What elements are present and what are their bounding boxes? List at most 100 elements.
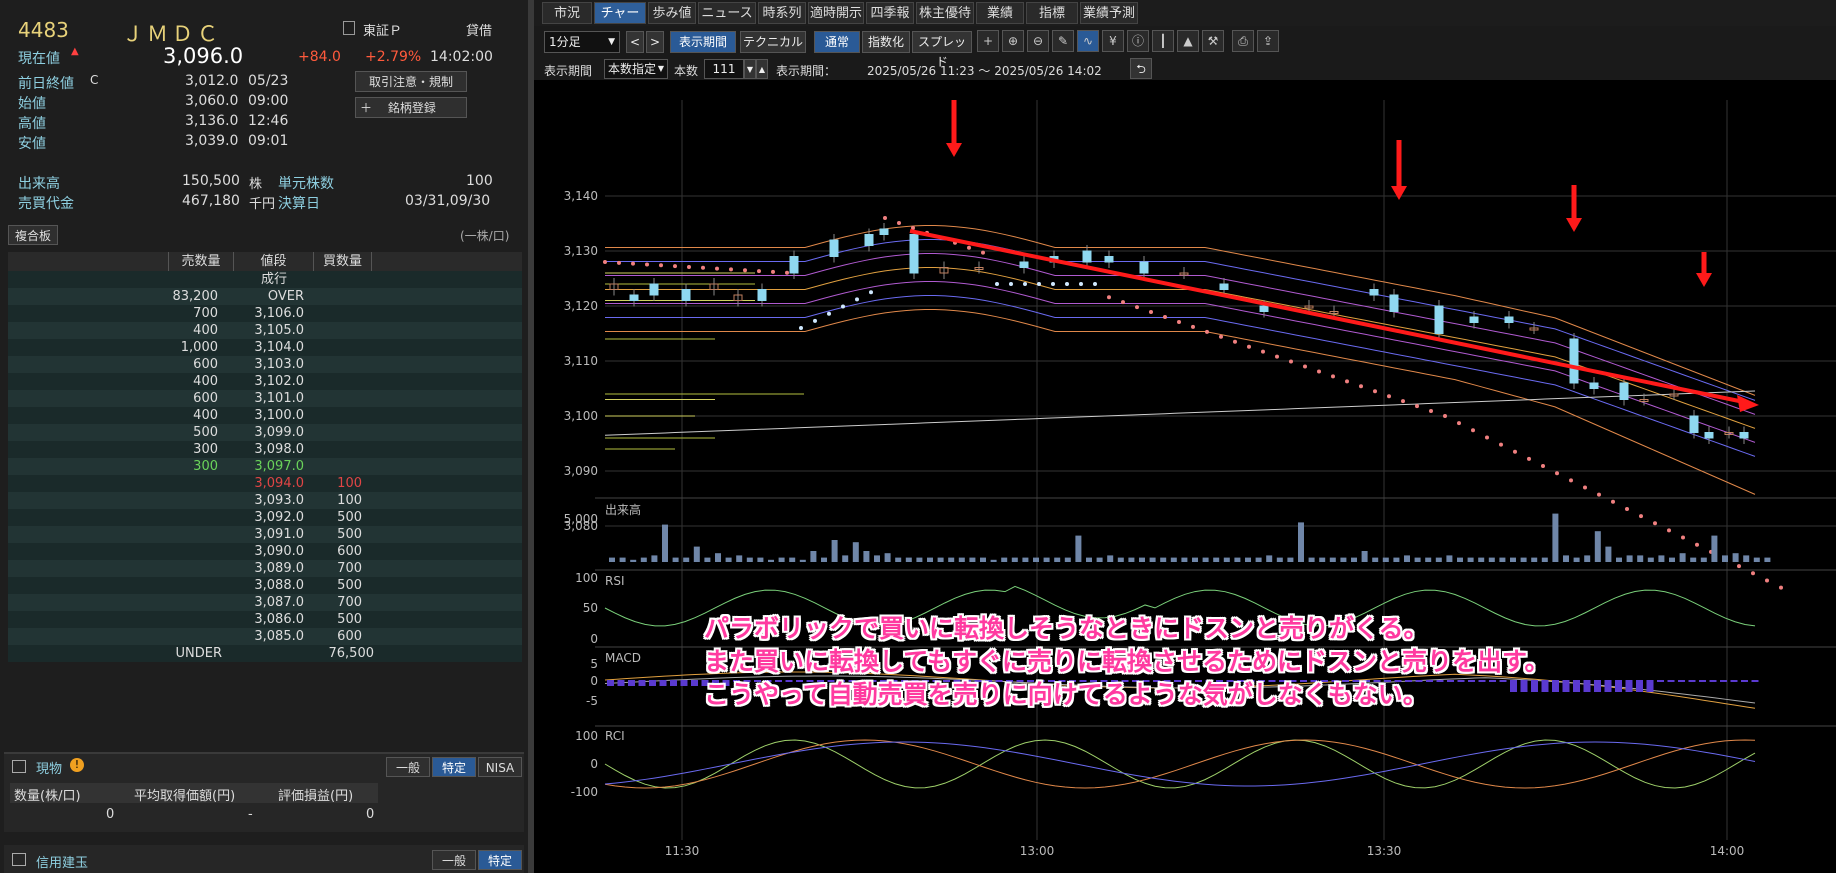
order-book-row[interactable]: 600 3,103.0 — [8, 356, 522, 373]
next-button[interactable]: > — [646, 31, 664, 53]
collapse-icon[interactable] — [12, 853, 26, 866]
tab-5[interactable]: 適時開示 — [808, 2, 864, 24]
zoom-in-icon[interactable]: ⊕ — [1002, 30, 1024, 52]
pen-icon[interactable]: ✎ — [1052, 30, 1074, 52]
count-up-icon[interactable]: ▲ — [756, 59, 768, 79]
count-down-icon[interactable]: ▼ — [744, 59, 756, 79]
collapse-icon[interactable] — [12, 760, 26, 773]
order-book-row[interactable]: 3,089.0 700 — [8, 560, 522, 577]
time-tick: 14:00 — [1710, 844, 1745, 858]
macd-tick: 5 — [590, 657, 598, 671]
order-book-row[interactable]: 400 3,100.0 — [8, 407, 522, 424]
sar-dot — [743, 268, 747, 273]
tab-8[interactable]: 業績 — [976, 2, 1024, 24]
sell-qty: UNDER — [175, 646, 223, 661]
order-book-row[interactable]: 3,093.0 100 — [8, 492, 522, 509]
price-level: 3,093.0 — [254, 493, 304, 508]
order-book-row[interactable]: 400 3,102.0 — [8, 373, 522, 390]
volume-bar — [842, 555, 849, 562]
chart-panel: 市況チャート歩み値ニュース時系列適時開示四季報株主優待業績指標業績予測 1分足 ▼… — [534, 0, 1836, 873]
wrench-icon[interactable]: ⚒ — [1202, 30, 1224, 52]
print-icon[interactable]: ⎙ — [1232, 30, 1254, 52]
order-book-row[interactable]: 3,090.0 600 — [8, 543, 522, 560]
order-book-row[interactable]: 300 3,098.0 — [8, 441, 522, 458]
export-icon[interactable]: ⇪ — [1257, 30, 1279, 52]
sar-dot — [645, 262, 649, 267]
mode-spread-button[interactable]: スプレッド — [912, 31, 972, 69]
volume-bar — [799, 559, 806, 562]
info-icon[interactable]: ⓘ — [1127, 30, 1149, 52]
count-input[interactable]: 111 — [704, 59, 744, 79]
order-book-row[interactable]: 500 3,099.0 — [8, 424, 522, 441]
tab-specific[interactable]: 特定 — [432, 757, 476, 777]
order-book-row[interactable]: 3,091.0 500 — [8, 526, 522, 543]
order-book-row[interactable]: 700 3,106.0 — [8, 305, 522, 322]
board-tab[interactable]: 複合板 — [8, 225, 58, 245]
tab-general[interactable]: 一般 — [386, 757, 430, 777]
order-book-row[interactable]: 600 3,101.0 — [8, 390, 522, 407]
order-book-row[interactable]: 1,000 3,104.0 — [8, 339, 522, 356]
macd-histogram-bar — [1552, 680, 1559, 692]
credit-tab-specific[interactable]: 特定 — [478, 850, 522, 870]
order-book-row[interactable]: 3,086.0 500 — [8, 611, 522, 628]
crosshair-icon[interactable]: + — [977, 30, 999, 52]
order-book-row[interactable]: UNDER 76,500 — [8, 645, 522, 662]
sell-qty: 400 — [193, 323, 218, 338]
tab-10[interactable]: 業績予測 — [1080, 2, 1138, 24]
area-icon[interactable]: ▲ — [1177, 30, 1199, 52]
volume-bar — [789, 557, 796, 562]
order-book-row[interactable]: 3,088.0 500 — [8, 577, 522, 594]
order-book-row[interactable]: 400 3,105.0 — [8, 322, 522, 339]
tab-0[interactable]: 市況 — [542, 2, 592, 24]
stat-label: 前日終値 — [18, 76, 74, 92]
volume-bar — [1605, 546, 1612, 562]
period-select[interactable]: 本数指定 ▼ — [604, 59, 668, 79]
prev-button[interactable]: < — [626, 31, 644, 53]
tab-7[interactable]: 株主優待 — [916, 2, 974, 24]
register-stock-button[interactable]: ＋ 銘柄登録 — [355, 97, 467, 118]
tab-9[interactable]: 指標 — [1026, 2, 1078, 24]
tab-3[interactable]: ニュース — [698, 2, 756, 24]
sar-dot — [617, 260, 621, 265]
volume-bar — [1488, 557, 1495, 562]
sar-dot — [1625, 506, 1629, 511]
warning-icon: ! — [70, 758, 84, 772]
mode-normal-button[interactable]: 通常 — [814, 31, 860, 53]
range-value: 2025/05/26 11:23 〜 2025/05/26 14:02 — [867, 64, 1102, 78]
mode-index-button[interactable]: 指数化 — [862, 31, 910, 53]
volume-bar — [1117, 557, 1124, 562]
tab-4[interactable]: 時系列 — [758, 2, 806, 24]
order-book-row[interactable]: 300 3,097.0 — [8, 458, 522, 475]
trend-icon[interactable]: ∿ — [1077, 30, 1099, 52]
order-book-row[interactable]: 83,200 OVER — [8, 288, 522, 305]
order-book-row[interactable]: 3,092.0 500 — [8, 509, 522, 526]
credit-tab-general[interactable]: 一般 — [432, 850, 476, 870]
interval-select[interactable]: 1分足 ▼ — [544, 31, 620, 53]
order-book-row[interactable]: 3,085.0 600 — [8, 628, 522, 645]
reset-icon[interactable]: ⮌ — [1130, 58, 1152, 79]
volume-value: 150,500 — [182, 173, 240, 189]
order-book-row[interactable]: 3,094.0 100 — [8, 475, 522, 492]
order-book-row[interactable]: 3,087.0 700 — [8, 594, 522, 611]
zoom-out-icon[interactable]: ⊖ — [1027, 30, 1049, 52]
sar-dot — [1471, 428, 1475, 433]
chart-area[interactable]: 3,1403,1303,1203,1103,1003,0903,08011:30… — [534, 80, 1836, 873]
tab-1[interactable]: チャート — [594, 2, 646, 43]
candle-icon[interactable]: ┃ — [1152, 30, 1174, 52]
period-button[interactable]: 表示期間 — [670, 31, 736, 53]
tab-6[interactable]: 四季報 — [866, 2, 914, 24]
trade-notice-button[interactable]: 取引注意・規制 — [355, 71, 467, 92]
rci-short — [604, 739, 1756, 789]
sar-dot — [1233, 339, 1237, 344]
order-book-row[interactable]: 成行 — [8, 271, 522, 288]
sar-dot — [1079, 282, 1083, 286]
volume-bar — [937, 557, 944, 562]
yen-icon[interactable]: ¥ — [1102, 30, 1124, 52]
tab-2[interactable]: 歩み値 — [648, 2, 696, 24]
tab-nisa[interactable]: NISA — [478, 757, 522, 777]
sar-dot — [715, 266, 719, 271]
stat-time: 05/23 — [248, 73, 289, 89]
document-icon[interactable] — [343, 21, 355, 35]
volume-bar — [1255, 557, 1262, 562]
technical-button[interactable]: テクニカル — [740, 31, 806, 53]
